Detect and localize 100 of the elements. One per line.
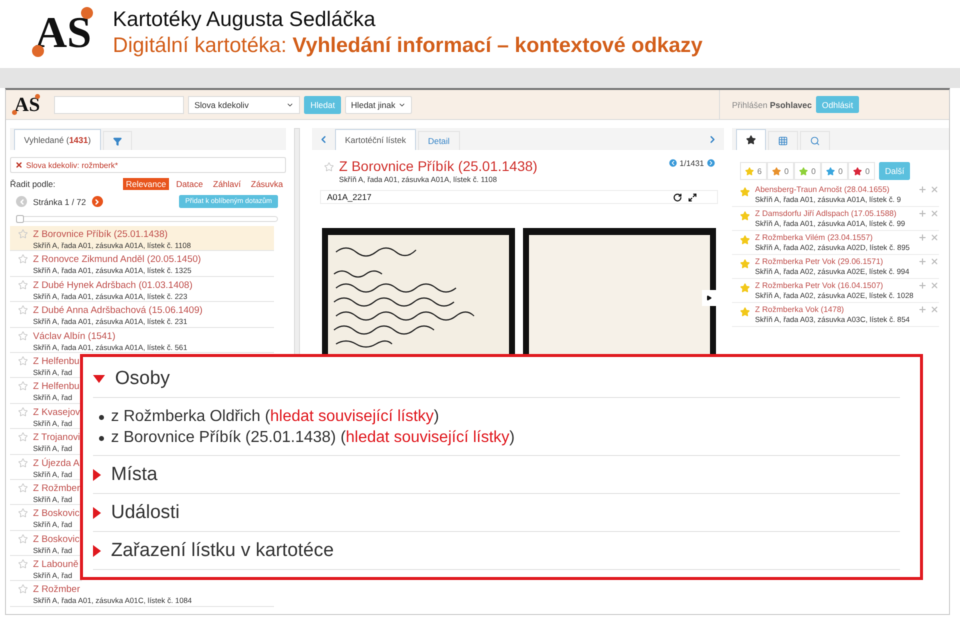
star-icon[interactable] bbox=[18, 406, 28, 417]
result-title: Z Boskovic bbox=[33, 508, 80, 520]
star-icon[interactable] bbox=[740, 307, 750, 317]
move-icon[interactable] bbox=[918, 233, 928, 242]
remove-icon[interactable] bbox=[930, 305, 940, 314]
result-title: Z Labouně bbox=[33, 559, 78, 570]
star-icon[interactable] bbox=[740, 187, 750, 197]
sort-option[interactable]: Datace bbox=[173, 178, 206, 190]
star-icon[interactable] bbox=[18, 305, 28, 316]
tab[interactable]: Kartotéční lístek bbox=[335, 129, 416, 150]
related-person: z Borovnice Příbík (25.01.1438) (hledat související lístky) bbox=[111, 429, 515, 447]
related-cards-link[interactable]: hledat související lístky bbox=[346, 429, 510, 446]
sort-option[interactable]: Záhlaví bbox=[210, 178, 244, 190]
star-icon[interactable] bbox=[18, 458, 28, 468]
star-icon[interactable] bbox=[18, 559, 28, 570]
sort-option[interactable]: Zásuvka bbox=[248, 178, 286, 190]
favorite-title[interactable]: Z Rožmberka Vok (1478) bbox=[755, 305, 914, 314]
star-icon[interactable] bbox=[324, 162, 334, 172]
section-title[interactable]: Osoby bbox=[115, 368, 170, 390]
star-icon[interactable] bbox=[18, 482, 28, 493]
move-icon[interactable] bbox=[918, 185, 928, 194]
remove-icon[interactable] bbox=[930, 209, 940, 218]
star-icon[interactable] bbox=[740, 211, 750, 221]
result-title: Z Rožmber bbox=[33, 584, 81, 596]
results-slider[interactable] bbox=[16, 216, 278, 222]
result-title: Z Borovnice Příbík (25.01.1438) bbox=[33, 229, 169, 240]
sort-label: Řadit podle: bbox=[10, 179, 56, 189]
move-icon[interactable] bbox=[918, 305, 928, 314]
result-title: Z Kvasejov bbox=[33, 406, 80, 418]
favorite-title[interactable]: Z Rožmberka Vilém (23.04.1557) bbox=[755, 233, 914, 242]
star-filter[interactable]: 0 bbox=[794, 162, 821, 180]
previous-page-button[interactable] bbox=[16, 196, 27, 207]
next-image-button[interactable] bbox=[702, 290, 716, 306]
favorite-title[interactable]: Z Rožmberka Petr Vok (16.04.1507) bbox=[755, 281, 914, 290]
other-search-button[interactable]: Hledat jinak bbox=[344, 96, 412, 114]
scope-select[interactable]: Slova kdekoliv bbox=[188, 96, 300, 114]
chevron-right-icon bbox=[93, 198, 102, 206]
search-field[interactable] bbox=[54, 96, 184, 114]
tab[interactable] bbox=[736, 129, 766, 150]
star-icon[interactable] bbox=[18, 534, 28, 544]
filter-icon bbox=[112, 136, 122, 146]
remove-icon[interactable] bbox=[930, 185, 940, 194]
remove-icon[interactable] bbox=[930, 233, 940, 242]
star-filter[interactable]: 0 bbox=[821, 162, 848, 180]
star-icon[interactable] bbox=[740, 283, 750, 293]
page-label: Stránka 1 / 72 bbox=[33, 196, 86, 206]
result-title: Z Helfenbu bbox=[33, 381, 80, 392]
result-title: Z Újezda A bbox=[33, 458, 80, 469]
result-title: Z Ronovce Zikmund Anděl (20.05.1450) bbox=[33, 254, 201, 266]
star-icon[interactable] bbox=[18, 356, 28, 366]
star-icon[interactable] bbox=[18, 280, 28, 290]
result-title: Z Trojanovi bbox=[33, 432, 80, 444]
search-icon bbox=[810, 136, 820, 146]
section-title[interactable]: Zařazení lístku v kartotéce bbox=[111, 540, 334, 562]
sort-option[interactable]: Relevance bbox=[122, 178, 170, 190]
section-title[interactable]: Místa bbox=[111, 464, 158, 486]
favorite-title[interactable]: Z Damsdorfu Jiří Adlspach (17.05.1588) bbox=[755, 209, 914, 218]
caret-icon bbox=[93, 544, 101, 556]
star-icon[interactable] bbox=[18, 584, 28, 594]
remove-icon[interactable] bbox=[930, 257, 940, 266]
caret-icon bbox=[93, 375, 105, 383]
star-icon[interactable] bbox=[18, 254, 28, 264]
next-page-button[interactable] bbox=[92, 196, 103, 207]
star-icon[interactable] bbox=[18, 330, 28, 341]
section-title[interactable]: Události bbox=[111, 502, 180, 524]
login-label: Přihlášen Psohlavec bbox=[732, 100, 812, 110]
caret-icon bbox=[93, 468, 101, 480]
star-icon[interactable] bbox=[18, 229, 28, 239]
star-filter[interactable]: 0 bbox=[848, 162, 875, 180]
star-icon[interactable] bbox=[18, 432, 28, 442]
star-filter[interactable]: 6 bbox=[740, 162, 767, 180]
move-icon[interactable] bbox=[918, 257, 928, 266]
record-title: Z Borovnice Příbík (25.01.1438) bbox=[339, 158, 538, 174]
rotate-icon[interactable] bbox=[673, 192, 682, 202]
expand-icon[interactable] bbox=[688, 192, 697, 202]
result-title: Z Dubé Anna Adršbachová (15.06.1409) bbox=[33, 305, 203, 316]
close-icon[interactable] bbox=[15, 161, 23, 169]
tab[interactable]: Vyhledané (1431) bbox=[14, 129, 101, 150]
star-icon[interactable] bbox=[18, 508, 28, 518]
star-filter[interactable]: 0 bbox=[767, 162, 794, 180]
slider-thumb[interactable] bbox=[16, 215, 24, 223]
related-cards-link[interactable]: hledat související lístky bbox=[270, 408, 434, 425]
bullet-icon bbox=[99, 414, 104, 420]
previous-icon[interactable] bbox=[668, 158, 678, 168]
caret-icon bbox=[93, 506, 101, 518]
chevron-left-icon bbox=[18, 198, 26, 206]
star-icon bbox=[746, 135, 756, 145]
star-icon[interactable] bbox=[18, 381, 28, 392]
remove-icon[interactable] bbox=[930, 281, 940, 290]
next-icon[interactable] bbox=[706, 158, 716, 168]
star-icon[interactable] bbox=[740, 235, 750, 245]
favorite-title[interactable]: Z Rožmberka Petr Vok (29.06.1571) bbox=[755, 257, 914, 266]
logo: AS bbox=[12, 94, 42, 114]
move-icon[interactable] bbox=[918, 281, 928, 290]
favorite-title[interactable]: Abensberg-Traun Arnošt (28.04.1655) bbox=[755, 185, 914, 194]
star-icon[interactable] bbox=[740, 259, 750, 269]
move-icon[interactable] bbox=[918, 209, 928, 218]
filter-chip[interactable]: Slova kdekoliv: rožmberk* bbox=[10, 157, 286, 173]
slide-subtitle: Digitální kartotéka: Vyhledání informací – kontextové odkazy bbox=[112, 34, 703, 58]
image-code: A01A_2217 bbox=[327, 192, 372, 202]
